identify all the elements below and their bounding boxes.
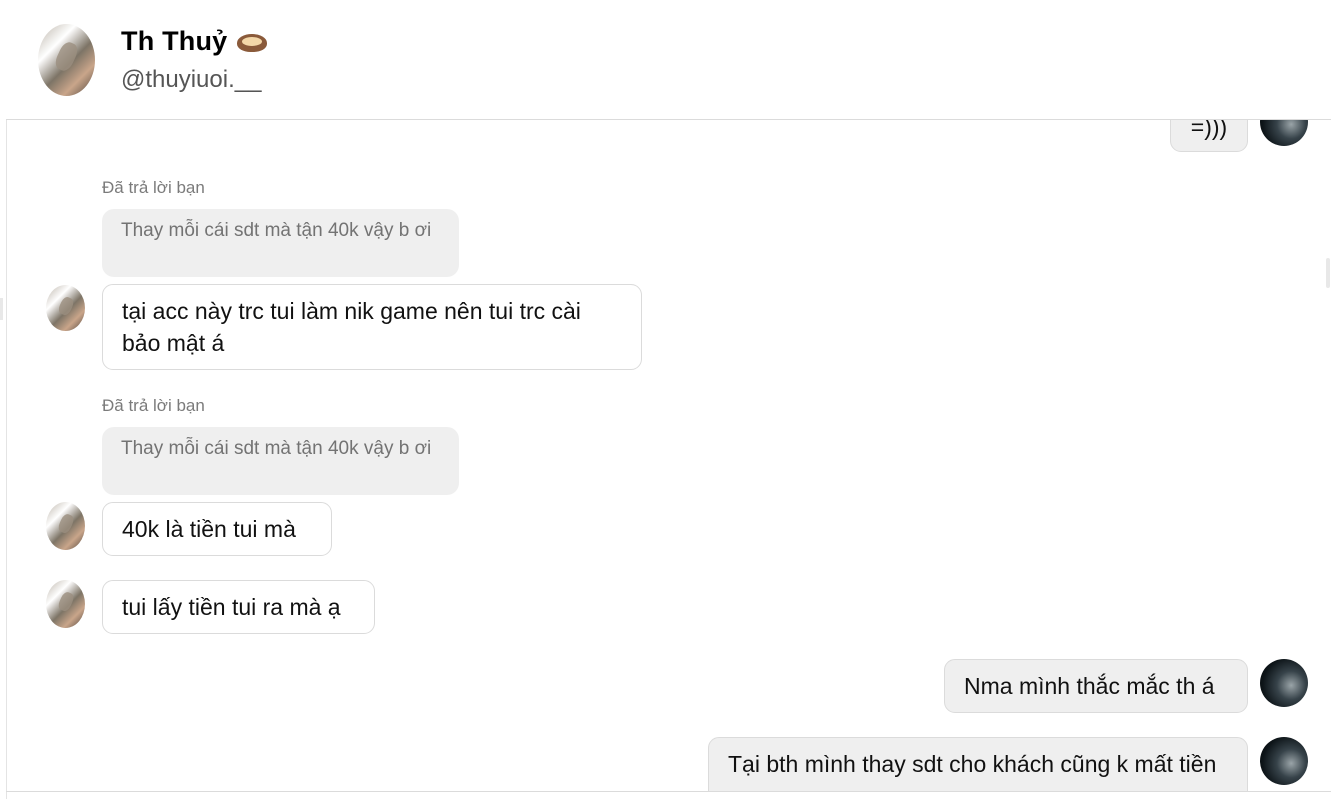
my-avatar <box>1260 737 1308 785</box>
scrollbar-thumb[interactable] <box>1326 258 1330 288</box>
my-avatar <box>1260 120 1308 146</box>
contact-avatar-small[interactable] <box>46 285 85 331</box>
my-avatar <box>1260 659 1308 707</box>
replied-to-you-label: Đã trả lời bạn <box>102 396 205 415</box>
message-bubble-mine[interactable]: Nma mình thắc mắc th á <box>944 659 1248 713</box>
message-bubble-theirs[interactable]: tại acc này trc tui làm nik game nên tui… <box>102 284 642 370</box>
message-bubble-theirs[interactable]: tui lấy tiền tui ra mà ạ <box>102 580 375 634</box>
quoted-message[interactable]: Thay mỗi cái sdt mà tận 40k vậy b ơi <box>102 427 459 495</box>
chat-header: Th Thuỷ @thuyiuoi.__ <box>6 0 1331 120</box>
quoted-message[interactable]: Thay mỗi cái sdt mà tận 40k vậy b ơi <box>102 209 459 277</box>
mustache-emoji-icon <box>237 33 268 52</box>
contact-avatar[interactable] <box>38 24 95 96</box>
message-bubble-mine[interactable]: =))) <box>1170 120 1248 152</box>
composer-divider <box>6 791 1331 792</box>
contact-name[interactable]: Th Thuỷ <box>121 26 268 57</box>
message-bubble-mine[interactable]: Tại bth mình thay sdt cho khách cũng k m… <box>708 737 1248 791</box>
contact-avatar-small[interactable] <box>46 502 85 550</box>
contact-handle: @thuyiuoi.__ <box>121 66 262 93</box>
replied-to-you-label: Đã trả lời bạn <box>102 178 205 197</box>
contact-name-text: Th Thuỷ <box>121 26 228 56</box>
left-panel-handle <box>0 298 3 320</box>
message-bubble-theirs[interactable]: 40k là tiền tui mà <box>102 502 332 556</box>
message-thread: =))) Đã trả lời bạn Thay mỗi cái sdt mà … <box>6 120 1331 791</box>
contact-avatar-small[interactable] <box>46 580 85 628</box>
